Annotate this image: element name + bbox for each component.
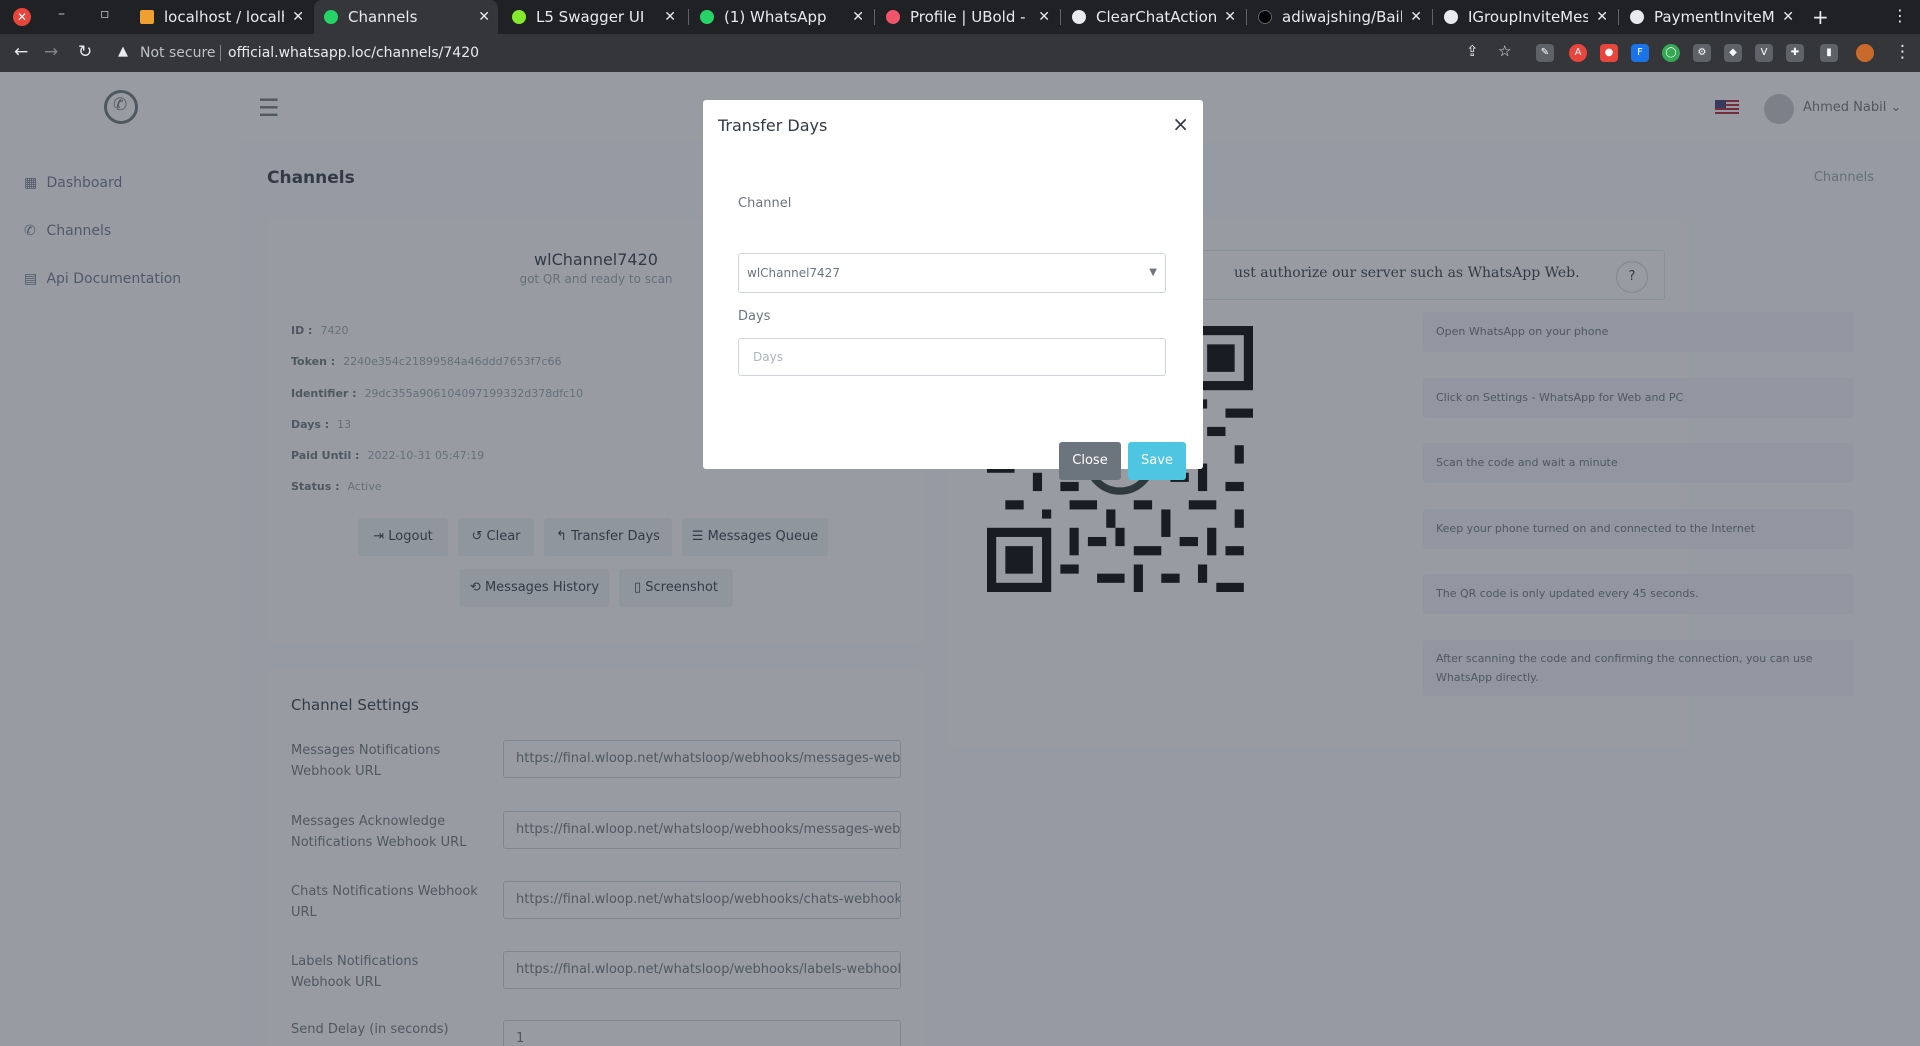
tab-close-icon[interactable]: ✕: [852, 0, 864, 34]
browser-tab[interactable]: IGroupInviteMess ✕: [1434, 0, 1616, 34]
security-label: Not secure: [140, 45, 216, 61]
gear-extension-icon[interactable]: ⚙: [1693, 44, 1711, 62]
globe-icon: [1444, 10, 1458, 24]
share-icon[interactable]: ⇪: [1466, 42, 1479, 60]
bookmark-star-icon[interactable]: ☆: [1498, 42, 1511, 60]
tab-separator: [1246, 9, 1247, 25]
tab-close-icon[interactable]: ✕: [1038, 0, 1050, 34]
whatsapp-icon: [324, 10, 338, 24]
red-extension-icon[interactable]: ●: [1600, 44, 1618, 62]
profile-avatar-icon[interactable]: [1856, 44, 1874, 62]
sidepanel-icon[interactable]: ▮: [1820, 44, 1838, 62]
tab-close-icon[interactable]: ✕: [1782, 0, 1794, 34]
tab-close-icon[interactable]: ✕: [1224, 0, 1236, 34]
tab-close-icon[interactable]: ✕: [664, 0, 676, 34]
tab-close-icon[interactable]: ✕: [292, 0, 304, 34]
whatsapp-icon: [700, 10, 714, 24]
fj-extension-icon[interactable]: F: [1631, 44, 1649, 62]
vue-extension-icon[interactable]: V: [1755, 44, 1773, 62]
window-close-icon[interactable]: ✕: [13, 8, 31, 26]
forward-icon[interactable]: →: [44, 42, 58, 62]
tab-separator: [688, 9, 689, 25]
omnibox[interactable]: ▲ Not secure official.whatsapp.loc/chann…: [108, 39, 1458, 67]
tab-close-icon[interactable]: ✕: [1410, 0, 1422, 34]
tab-separator: [874, 9, 875, 25]
browser-tab-active[interactable]: Channels ✕: [314, 0, 498, 34]
browser-tab[interactable]: localhost / localhost ✕: [130, 0, 312, 34]
reload-icon[interactable]: ↻: [78, 42, 92, 62]
address-bar: ← → ↻ ▲ Not secure official.whatsapp.loc…: [0, 34, 1920, 72]
channel-label: Channel: [738, 196, 792, 211]
warning-icon: ▲: [118, 44, 128, 59]
browser-tab[interactable]: (1) WhatsApp ✕: [690, 0, 872, 34]
globe-icon: [1072, 10, 1086, 24]
adblock-icon[interactable]: A: [1569, 44, 1587, 62]
transfer-days-modal: Transfer Days × Channel wlChannel7427 ▼ …: [703, 100, 1203, 480]
swagger-icon: [512, 10, 526, 24]
browser-tab[interactable]: Profile | UBold - Re ✕: [876, 0, 1058, 34]
tab-separator: [1432, 9, 1433, 25]
globe-icon: [1630, 10, 1644, 24]
tab-separator: [1618, 9, 1619, 25]
days-input[interactable]: Days: [738, 338, 1166, 376]
minimize-icon[interactable]: –: [58, 6, 65, 22]
tab-close-icon[interactable]: ✕: [1596, 0, 1608, 34]
shield-extension-icon[interactable]: ◆: [1724, 44, 1742, 62]
pen-extension-icon[interactable]: ✎: [1536, 44, 1554, 62]
back-icon[interactable]: ←: [14, 42, 28, 62]
browser-tab[interactable]: adiwajshing/Baile ✕: [1248, 0, 1430, 34]
browser-tab-bar: ✕ – ▫ localhost / localhost ✕ Channels ✕…: [0, 0, 1920, 34]
color-extension-icon[interactable]: ◯: [1662, 44, 1680, 62]
browser-tab[interactable]: L5 Swagger UI ✕: [502, 0, 684, 34]
channel-select-value: wlChannel7427: [747, 266, 840, 280]
modal-title: Transfer Days: [718, 116, 828, 135]
days-label: Days: [738, 309, 771, 324]
tab-separator: [1060, 9, 1061, 25]
caret-down-icon: ▼: [1149, 267, 1157, 278]
url-text[interactable]: official.whatsapp.loc/channels/7420: [228, 45, 479, 61]
web-page: ▦ Dashboard ✆ Channels ▤ Api Documentati…: [0, 72, 1920, 1046]
channel-select[interactable]: wlChannel7427 ▼: [738, 253, 1166, 293]
github-icon: [1258, 10, 1272, 24]
restore-icon[interactable]: ▫: [100, 6, 110, 22]
browser-menu-icon[interactable]: ⋮: [1894, 42, 1911, 62]
browser-tab[interactable]: ClearChatAction | ✕: [1062, 0, 1244, 34]
database-icon: [140, 10, 154, 24]
ubold-icon: [886, 10, 900, 24]
browser-tab[interactable]: PaymentInviteMe ✕: [1620, 0, 1802, 34]
puzzle-extensions-icon[interactable]: ✚: [1786, 44, 1804, 62]
tab-close-icon[interactable]: ✕: [478, 0, 490, 34]
tab-search-icon[interactable]: ⋮: [1892, 6, 1908, 25]
omnibox-divider: [220, 45, 221, 61]
save-button[interactable]: Save: [1128, 442, 1186, 480]
new-tab-icon[interactable]: +: [1812, 0, 1829, 34]
close-button[interactable]: Close: [1059, 442, 1121, 480]
close-icon[interactable]: ×: [1172, 112, 1189, 136]
